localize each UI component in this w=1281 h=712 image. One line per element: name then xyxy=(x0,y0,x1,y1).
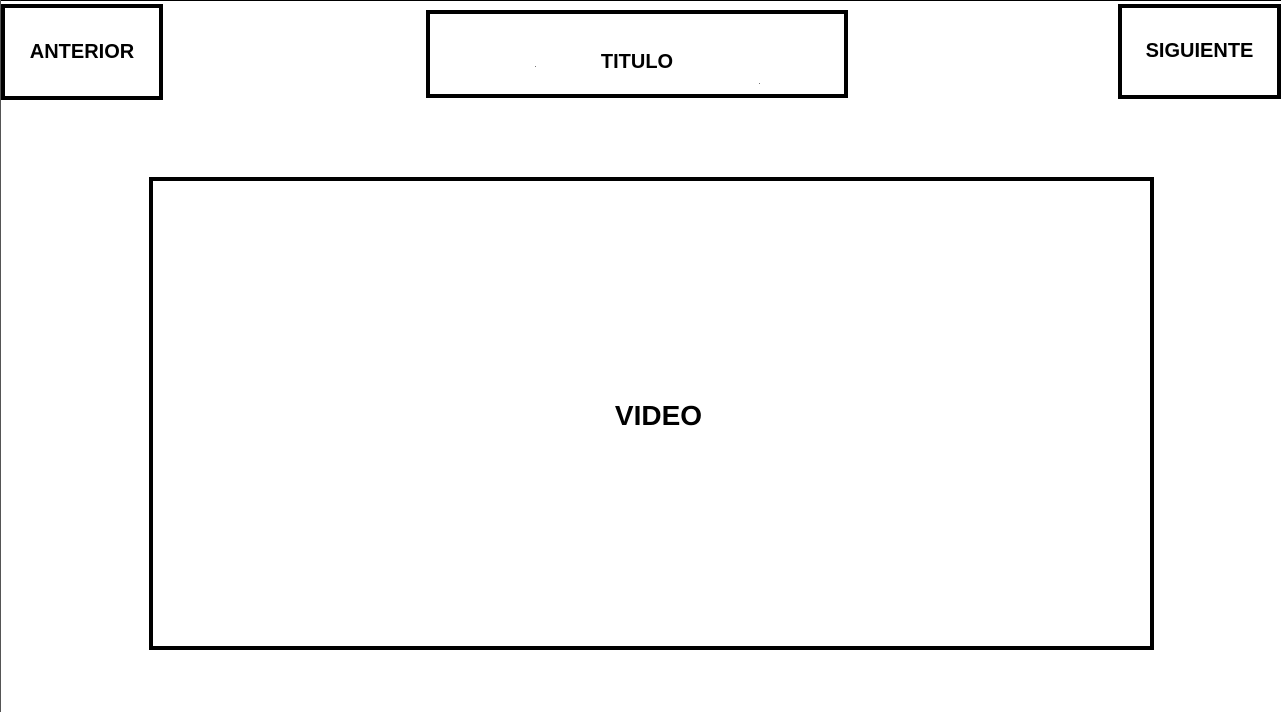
left-border xyxy=(0,0,1,712)
next-button[interactable]: SIGUIENTE xyxy=(1118,4,1281,99)
previous-button-label: ANTERIOR xyxy=(29,40,135,63)
page-title-box: TITULO xyxy=(426,10,848,98)
stray-dot xyxy=(759,83,760,84)
previous-button[interactable]: ANTERIOR xyxy=(1,4,163,100)
video-label: VIDEO xyxy=(614,399,703,431)
next-button-label: SIGUIENTE xyxy=(1145,40,1254,62)
video-player[interactable]: VIDEO xyxy=(149,177,1154,650)
top-border xyxy=(0,0,1281,1)
page-title: TITULO xyxy=(600,50,674,73)
stray-dot xyxy=(535,66,536,67)
